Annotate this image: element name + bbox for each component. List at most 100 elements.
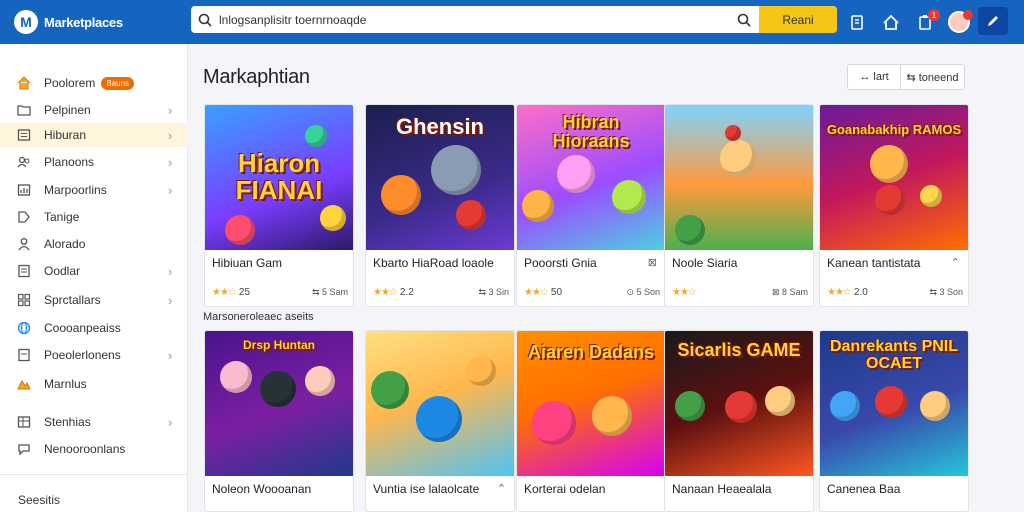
star-rating-icon: ★★☆	[672, 287, 697, 298]
app-logo[interactable]: M Marketplaces	[0, 10, 160, 34]
sidebar: Nenooroonlans Stenhias › Marnlus Poeolerlone…	[0, 44, 188, 512]
game-art-title: Ghensin	[395, 114, 484, 139]
star-rating-icon: ★★☆	[373, 287, 398, 298]
chevron-right-icon: ›	[168, 182, 173, 198]
game-title[interactable]: Kbarto HiaRoad loaole	[373, 256, 494, 270]
game-play-count: ⇆ 3 Son	[929, 287, 963, 297]
home-icon[interactable]	[880, 11, 902, 33]
game-art-character	[830, 391, 860, 421]
game-thumbnail[interactable]: Sicarlis GAME	[665, 331, 813, 476]
sidebar-item-11[interactable]: Marnlus	[0, 372, 188, 396]
game-card[interactable]: Noole Siaria ★★☆ ⊠ 8 Sam	[664, 104, 814, 307]
game-art-title: Drsp Huntan	[243, 338, 315, 352]
search-input[interactable]	[219, 6, 729, 33]
game-art-character	[305, 125, 327, 147]
sidebar-item-0[interactable]: Poolorem Bauns	[0, 71, 188, 95]
game-thumbnail[interactable]: Ghensin	[366, 105, 514, 250]
game-title[interactable]: Noleon Woooanan	[212, 482, 311, 496]
game-title[interactable]: Korterai odelan	[524, 482, 605, 496]
game-card[interactable]: Sicarlis GAME Nanaan Heaealala	[664, 330, 814, 512]
chart-icon	[17, 183, 31, 197]
card-action-icon[interactable]: ⌃	[497, 482, 506, 495]
game-title[interactable]: Pooorsti Gnia	[524, 256, 597, 270]
clipboard-icon[interactable]	[846, 11, 868, 33]
game-art-character	[466, 356, 496, 386]
sidebar-item-6[interactable]: Alorado	[0, 232, 188, 256]
sidebar-item-13[interactable]: Nenooroonlans	[0, 437, 188, 461]
sidebar-item-5[interactable]: Tanige	[0, 205, 188, 229]
game-thumbnail[interactable]: Hiaron FIANAI	[205, 105, 353, 250]
game-rating: 2.2	[399, 287, 414, 298]
game-card[interactable]: Danrekants PNIL OCAET Canenea Baa	[819, 330, 969, 512]
game-title[interactable]: Hibiuan Gam	[212, 256, 282, 270]
game-card[interactable]: Hibran Hioraans Pooorsti Gnia ⊠ ★★☆ 50 ⊙ 5 So…	[516, 104, 666, 307]
user-avatar[interactable]	[948, 10, 973, 33]
game-art-title: Aiaren Dadans	[527, 342, 655, 362]
sidebar-item-12[interactable]: Stenhias ›	[0, 410, 188, 434]
game-art-title: Danrekants PNIL OCAET	[829, 338, 959, 372]
game-title[interactable]: Noole Siaria	[672, 256, 737, 270]
game-title[interactable]: Canenea Baa	[827, 482, 900, 496]
game-card[interactable]: Goanabakhip RAMOS Kanean tantistata ⌃ ★★☆ 2.…	[819, 104, 969, 307]
game-art-character	[320, 205, 346, 231]
game-rating: 50	[550, 287, 563, 298]
game-thumbnail[interactable]	[366, 331, 514, 476]
sidebar-item-label: Oodlar	[44, 264, 81, 278]
game-thumbnail[interactable]: Hibran Hioraans	[517, 105, 665, 250]
game-art-title: Sicarlis GAME	[677, 340, 801, 360]
view-sort-button[interactable]: ⇆ toneend	[901, 64, 965, 90]
game-card[interactable]: Aiaren Dadans Korterai odelan	[516, 330, 666, 512]
game-card[interactable]: Ghensin Kbarto HiaRoad loaole ★★☆ 2.2 ⇆ 3 Si…	[365, 104, 515, 307]
game-meta: ★★☆ 25 ⇆ 5 Sam	[212, 287, 348, 298]
card-action-icon[interactable]: ⌃	[951, 256, 960, 269]
game-art-character	[225, 215, 255, 245]
sidebar-item-label: Poolorem	[44, 76, 96, 90]
sidebar-item-1[interactable]: Pelpinen ›	[0, 98, 188, 122]
avatar-status-dot	[963, 10, 973, 20]
game-play-count: ⇆ 3 Sin	[478, 287, 509, 297]
search-bar: Reani	[191, 6, 837, 33]
home-icon	[17, 76, 31, 90]
sidebar-item-3[interactable]: Planoons ›	[0, 150, 188, 174]
game-card[interactable]: Hiaron FIANAI Hibiuan Gam ★★☆ 25 ⇆ 5 Sam	[204, 104, 354, 307]
person-icon	[17, 237, 31, 251]
game-art-character	[920, 391, 950, 421]
game-play-count: ⊙ 5 Son	[626, 287, 660, 297]
star-rating-icon: ★★☆	[212, 287, 237, 298]
game-thumbnail[interactable]: Aiaren Dadans	[517, 331, 665, 476]
list-icon	[17, 128, 31, 142]
chevron-right-icon: ›	[168, 292, 173, 308]
game-play-count: ⇆ 5 Sam	[311, 287, 348, 297]
sidebar-item-9[interactable]: Coooanpeaiss	[0, 316, 188, 340]
view-list-button[interactable]: ↔ lart	[847, 64, 901, 90]
game-thumbnail[interactable]: Drsp Huntan	[205, 331, 353, 476]
game-title[interactable]: Kanean tantistata	[827, 256, 920, 270]
sidebar-item-label: Sprctallars	[44, 293, 101, 307]
sidebar-item-label: Coooanpeaiss	[44, 321, 121, 335]
edit-button[interactable]	[978, 7, 1008, 35]
card-action-icon[interactable]: ⊠	[648, 256, 657, 269]
section-label: Marsoneroleaec aseits	[203, 311, 314, 323]
sidebar-item-8[interactable]: Sprctallars ›	[0, 288, 188, 312]
game-thumbnail[interactable]: Danrekants PNIL OCAET	[820, 331, 968, 476]
sidebar-item-7[interactable]: Oodlar ›	[0, 259, 188, 283]
chevron-right-icon: ›	[168, 263, 173, 279]
sidebar-item-4[interactable]: Marpoorlins ›	[0, 178, 188, 202]
sidebar-footer[interactable]: Seesitis	[18, 493, 60, 507]
app-name: Marketplaces	[44, 14, 123, 30]
game-card[interactable]: Drsp Huntan Noleon Woooanan	[204, 330, 354, 512]
game-thumbnail[interactable]: Goanabakhip RAMOS	[820, 105, 968, 250]
notification-icon[interactable]: 1	[914, 9, 940, 33]
game-title[interactable]: Nanaan Heaealala	[672, 482, 771, 496]
sidebar-item-10[interactable]: Poeolerlonens ›	[0, 343, 188, 367]
sidebar-item-2[interactable]: Hiburan ›	[0, 123, 188, 147]
logo-mark-icon: M	[14, 10, 38, 34]
game-art-character	[592, 396, 632, 436]
search-submit-icon[interactable]	[729, 13, 759, 27]
search-button[interactable]: Reani	[759, 6, 837, 33]
game-thumbnail[interactable]	[665, 105, 813, 250]
game-card[interactable]: Vuntia ise lalaolcate ⌃	[365, 330, 515, 512]
game-art-character	[416, 396, 462, 442]
sidebar-item-label: Marpoorlins	[44, 183, 107, 197]
game-title[interactable]: Vuntia ise lalaolcate	[373, 482, 479, 496]
